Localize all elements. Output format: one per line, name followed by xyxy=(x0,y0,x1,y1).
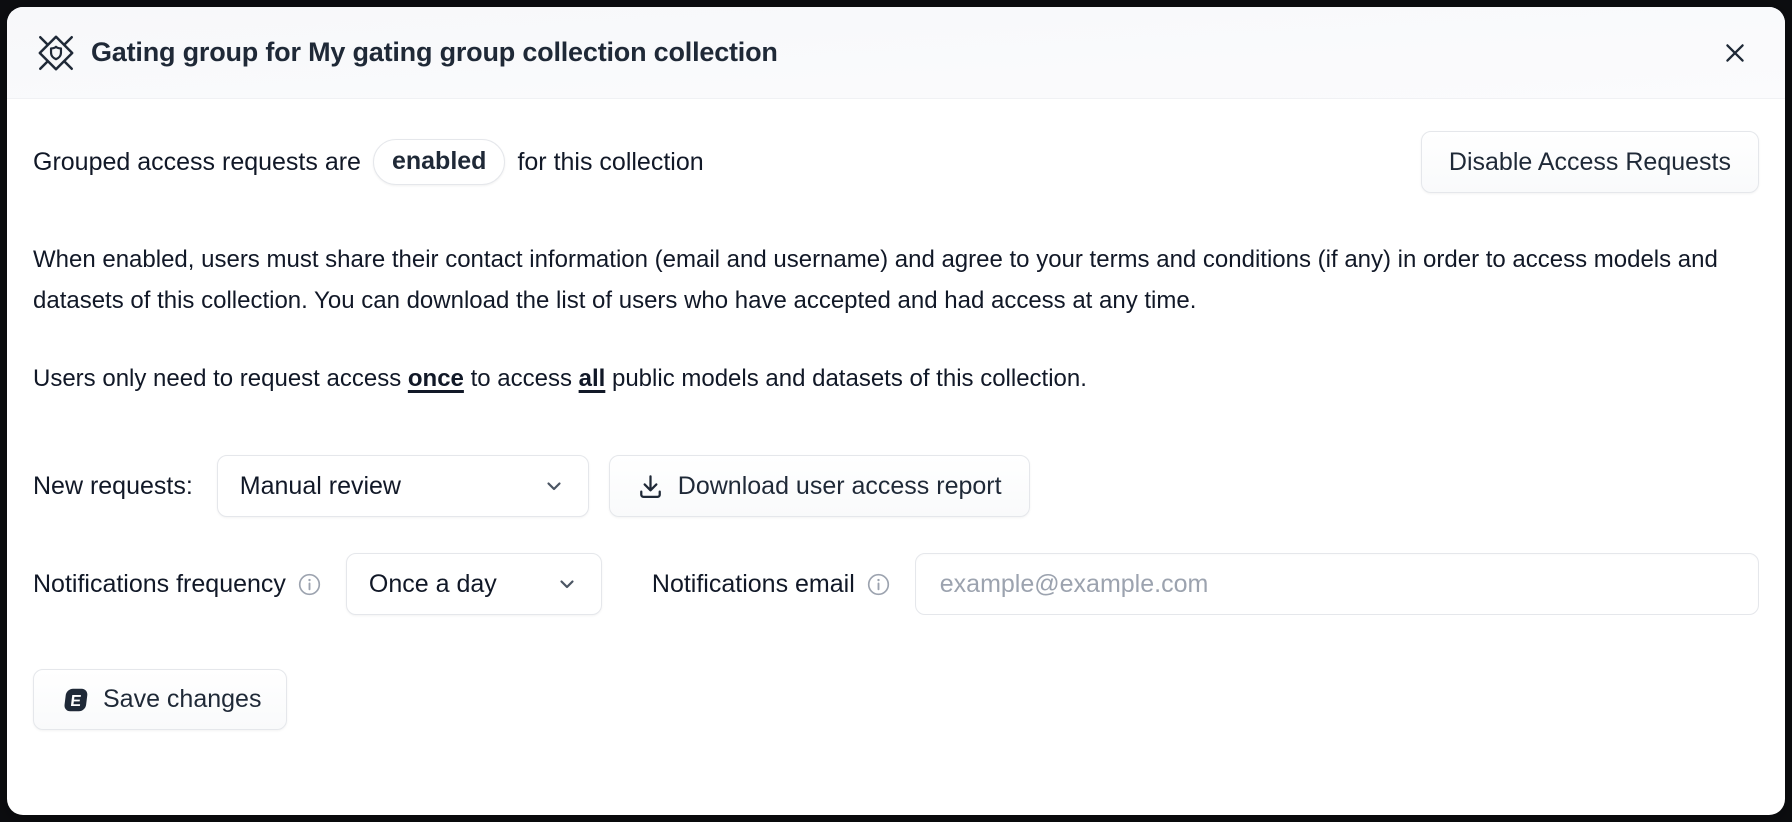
notifications-email-label: Notifications email xyxy=(652,570,855,599)
modal-footer: E Save changes xyxy=(33,669,1759,730)
once-access-note: Users only need to request access once t… xyxy=(33,358,1759,399)
save-button-label: Save changes xyxy=(103,685,261,714)
once-note-bold-once: once xyxy=(408,365,464,392)
status-text: Grouped access requests are enabled for … xyxy=(33,139,704,185)
download-tray-icon xyxy=(637,473,664,500)
status-row: Grouped access requests are enabled for … xyxy=(33,131,1759,193)
notifications-email-input[interactable] xyxy=(915,553,1759,615)
gating-group-modal: Gating group for My gating group collect… xyxy=(7,7,1785,815)
notifications-frequency-select[interactable]: Once a day xyxy=(346,553,602,615)
download-user-access-report-button[interactable]: Download user access report xyxy=(609,455,1030,517)
info-circle-icon xyxy=(297,572,322,597)
chevron-down-icon xyxy=(555,572,579,596)
once-note-mid: to access xyxy=(471,365,572,392)
new-requests-label: New requests: xyxy=(33,472,193,501)
gating-diamond-shield-icon xyxy=(35,32,77,74)
once-note-suffix: public models and datasets of this colle… xyxy=(612,365,1087,392)
modal-body: Grouped access requests are enabled for … xyxy=(7,99,1785,815)
notifications-row: Notifications frequency Once a day Notif… xyxy=(33,553,1759,615)
close-x-icon xyxy=(1721,39,1749,67)
frequency-selected-value: Once a day xyxy=(369,570,497,599)
modal-header: Gating group for My gating group collect… xyxy=(7,7,1785,99)
download-button-label: Download user access report xyxy=(678,472,1002,501)
save-changes-button[interactable]: E Save changes xyxy=(33,669,287,730)
status-prefix: Grouped access requests are xyxy=(33,148,361,177)
once-note-prefix: Users only need to request access xyxy=(33,365,401,392)
new-requests-row: New requests: Manual review Download use… xyxy=(33,455,1759,517)
info-circle-icon xyxy=(866,572,891,597)
gating-description: When enabled, users must share their con… xyxy=(33,239,1759,321)
enterprise-badge-icon: E xyxy=(59,685,89,715)
new-requests-select[interactable]: Manual review xyxy=(217,455,589,517)
new-requests-selected-value: Manual review xyxy=(240,472,401,501)
close-button[interactable] xyxy=(1713,31,1757,75)
chevron-down-icon xyxy=(542,474,566,498)
disable-access-requests-button[interactable]: Disable Access Requests xyxy=(1421,131,1759,193)
status-badge: enabled xyxy=(373,139,505,185)
once-note-bold-all: all xyxy=(579,365,606,392)
status-suffix: for this collection xyxy=(517,148,703,177)
modal-title: Gating group for My gating group collect… xyxy=(91,37,778,68)
notifications-frequency-label: Notifications frequency xyxy=(33,570,286,599)
